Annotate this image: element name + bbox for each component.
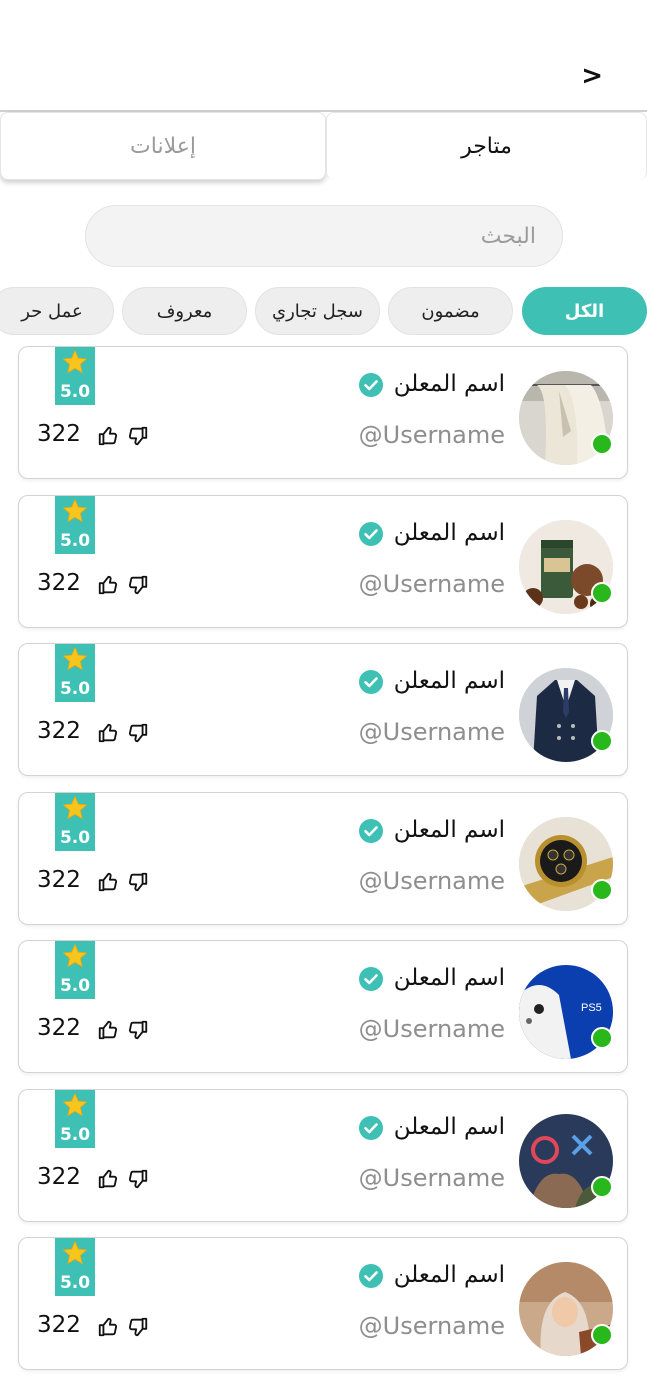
tab-ads[interactable]: إعلانات (0, 112, 326, 180)
votes-count: 322 (37, 718, 81, 744)
rating-badge: 5.0 (55, 1238, 95, 1296)
online-indicator (591, 879, 613, 901)
filter-chip-guaranteed[interactable]: مضمون (388, 287, 513, 335)
advertiser-username: @Username (358, 1015, 505, 1043)
online-indicator (591, 730, 613, 752)
star-icon (62, 498, 88, 524)
thumb-up-icon[interactable] (97, 574, 119, 596)
advertiser-username: @Username (358, 1312, 505, 1340)
advertiser-card[interactable]: اسم المعلن @Username 5.0 322 (18, 346, 628, 479)
star-icon (62, 1092, 88, 1118)
verified-icon (359, 967, 383, 991)
thumb-up-icon[interactable] (97, 425, 119, 447)
advertiser-name: اسم المعلن (393, 371, 505, 397)
votes-count: 322 (37, 1015, 81, 1041)
rating-badge: 5.0 (55, 644, 95, 702)
online-indicator (591, 1027, 613, 1049)
verified-icon (359, 373, 383, 397)
rating-badge: 5.0 (55, 347, 95, 405)
star-icon (62, 349, 88, 375)
search-box (85, 205, 563, 267)
advertiser-card[interactable]: اسم المعلن @Username 5.0 322 (18, 792, 628, 925)
verified-icon (359, 1264, 383, 1288)
thumb-down-icon[interactable] (127, 871, 149, 893)
back-button[interactable]: > (581, 60, 603, 92)
online-indicator (591, 1176, 613, 1198)
advertiser-name: اسم المعلن (393, 817, 505, 843)
thumb-down-icon[interactable] (127, 722, 149, 744)
rating-value: 5.0 (59, 679, 91, 699)
filter-chip-commercial-register[interactable]: سجل تجاري (255, 287, 380, 335)
advertiser-name: اسم المعلن (393, 1262, 505, 1288)
verified-icon (359, 1116, 383, 1140)
rating-value: 5.0 (59, 1125, 91, 1145)
verified-icon (359, 522, 383, 546)
thumb-up-icon[interactable] (97, 871, 119, 893)
votes-count: 322 (37, 867, 81, 893)
advertiser-card[interactable]: اسم المعلن @Username 5.0 322 (18, 1237, 628, 1370)
filter-chip-all[interactable]: الكل (522, 287, 647, 335)
verified-icon (359, 819, 383, 843)
star-icon (62, 1240, 88, 1266)
advertiser-name: اسم المعلن (393, 520, 505, 546)
online-indicator (591, 433, 613, 455)
thumb-down-icon[interactable] (127, 425, 149, 447)
rating-badge: 5.0 (55, 1090, 95, 1148)
thumb-up-icon[interactable] (97, 1168, 119, 1190)
thumb-down-icon[interactable] (127, 1019, 149, 1041)
online-indicator (591, 582, 613, 604)
filter-chip-freelance[interactable]: عمل حر (0, 287, 114, 335)
advertiser-username: @Username (358, 718, 505, 746)
advertiser-username: @Username (358, 570, 505, 598)
rating-value: 5.0 (59, 976, 91, 996)
votes-count: 322 (37, 1312, 81, 1338)
app-header: > (0, 0, 647, 112)
filter-chip-known[interactable]: معروف (122, 287, 247, 335)
advertiser-username: @Username (358, 1164, 505, 1192)
advertiser-card[interactable]: اسم المعلن @Username 5.0 322 (18, 1089, 628, 1222)
rating-badge: 5.0 (55, 793, 95, 851)
svg-text:PS5: PS5 (581, 1002, 602, 1014)
advertiser-card[interactable]: PS5 اسم المعلن @Username 5.0 322 (18, 940, 628, 1073)
votes-count: 322 (37, 421, 81, 447)
thumb-up-icon[interactable] (97, 1019, 119, 1041)
rating-value: 5.0 (59, 382, 91, 402)
advertiser-name: اسم المعلن (393, 965, 505, 991)
star-icon (62, 943, 88, 969)
thumb-up-icon[interactable] (97, 1316, 119, 1338)
star-icon (62, 795, 88, 821)
advertiser-card[interactable]: اسم المعلن @Username 5.0 322 (18, 495, 628, 628)
votes-count: 322 (37, 1164, 81, 1190)
thumb-down-icon[interactable] (127, 574, 149, 596)
advertiser-card[interactable]: اسم المعلن @Username 5.0 322 (18, 643, 628, 776)
rating-badge: 5.0 (55, 941, 95, 999)
advertiser-username: @Username (358, 867, 505, 895)
rating-value: 5.0 (59, 531, 91, 551)
tab-stores[interactable]: متاجر (326, 112, 647, 180)
search-input[interactable] (86, 206, 562, 266)
advertiser-username: @Username (358, 421, 505, 449)
votes-count: 322 (37, 570, 81, 596)
advertiser-name: اسم المعلن (393, 668, 505, 694)
advertiser-name: اسم المعلن (393, 1114, 505, 1140)
thumb-down-icon[interactable] (127, 1316, 149, 1338)
thumb-up-icon[interactable] (97, 722, 119, 744)
rating-value: 5.0 (59, 1273, 91, 1293)
rating-badge: 5.0 (55, 496, 95, 554)
online-indicator (591, 1324, 613, 1346)
thumb-down-icon[interactable] (127, 1168, 149, 1190)
star-icon (62, 646, 88, 672)
verified-icon (359, 670, 383, 694)
rating-value: 5.0 (59, 828, 91, 848)
